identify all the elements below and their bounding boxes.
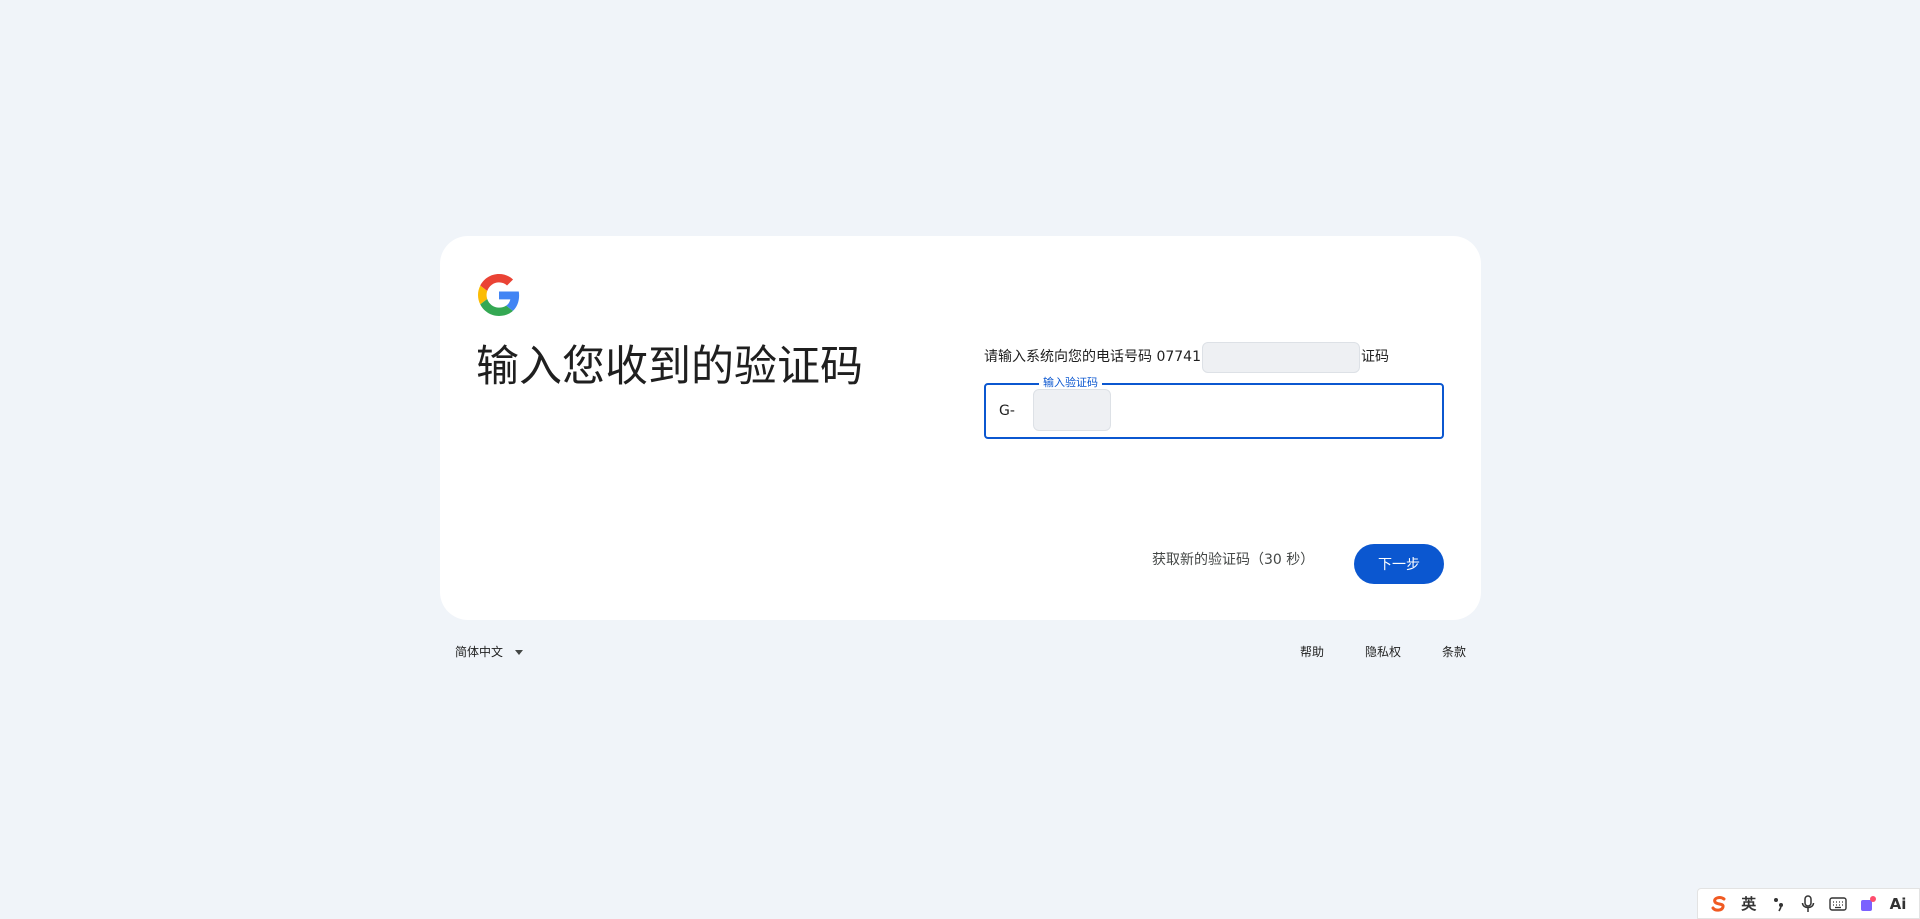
skin-icon[interactable]: [1856, 892, 1880, 916]
microphone-icon[interactable]: [1796, 892, 1820, 916]
instruction-text-start: 请输入系统向您的电话号码 07741: [984, 349, 1201, 365]
google-logo-icon: [478, 274, 520, 316]
footer-link-help[interactable]: 帮助: [1300, 642, 1324, 662]
footer-links: 帮助 隐私权 条款: [1300, 642, 1466, 662]
ime-language-toggle[interactable]: 英: [1737, 892, 1761, 916]
caret-down-icon: [515, 649, 524, 655]
footer-link-privacy[interactable]: 隐私权: [1365, 642, 1401, 662]
verification-code-input[interactable]: [1116, 393, 1430, 431]
sogou-logo-icon[interactable]: [1707, 892, 1731, 916]
redacted-phone-number: [1202, 341, 1360, 373]
language-selector-label: 简体中文: [455, 645, 504, 659]
page-title: 输入您收到的验证码: [476, 342, 863, 392]
next-button[interactable]: 下一步: [1354, 544, 1444, 584]
ai-assistant-button[interactable]: Ai: [1886, 892, 1910, 916]
language-selector[interactable]: 简体中文: [455, 642, 524, 662]
keyboard-icon[interactable]: [1826, 892, 1850, 916]
resend-code-link[interactable]: 获取新的验证码（30 秒）: [1152, 550, 1314, 570]
instruction-text: 请输入系统向您的电话号码 07741 证码: [984, 341, 1389, 373]
punctuation-icon[interactable]: [1767, 892, 1791, 916]
ime-toolbar: 英 Ai: [1697, 888, 1920, 919]
code-prefix: G-: [999, 403, 1015, 419]
instruction-text-end: 证码: [1361, 349, 1389, 365]
redacted-code-area: [1033, 389, 1111, 431]
verification-code-field[interactable]: 输入验证码 G-: [984, 375, 1444, 439]
footer-link-terms[interactable]: 条款: [1442, 642, 1466, 662]
signin-card: 输入您收到的验证码 请输入系统向您的电话号码 07741 证码 输入验证码 G-…: [440, 236, 1481, 620]
